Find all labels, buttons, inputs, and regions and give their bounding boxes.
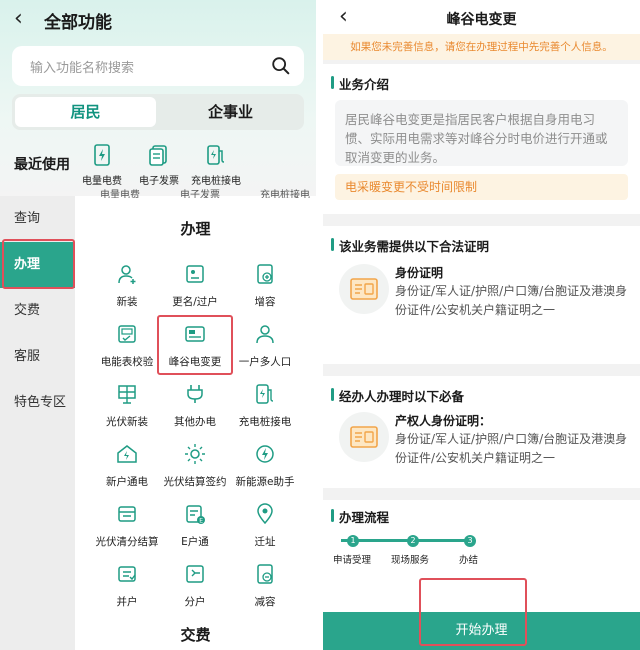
grid-item-multi-person[interactable]: 一户多人口 (225, 322, 305, 369)
grid-item-label: 光伏结算签约 (163, 476, 227, 488)
sidebar-item-pay[interactable]: 交费 (0, 288, 75, 334)
grid-item-label: 其他办电 (174, 416, 216, 428)
step-label: 现场服务 (391, 555, 430, 566)
meter-check-icon (118, 325, 136, 343)
charging-pile-icon (256, 384, 274, 404)
step-dot: 3 (464, 535, 476, 547)
sidebar-item-query[interactable]: 查询 (0, 196, 75, 242)
page-title: 全部功能 (44, 13, 112, 33)
step-dot: 2 (407, 535, 419, 547)
id-card-icon (339, 264, 389, 314)
house-power-icon (117, 445, 137, 463)
split-account-icon (186, 565, 204, 583)
invoice-icon (149, 145, 167, 166)
id-card-icon (339, 412, 389, 462)
grid-item-label: 分户 (184, 596, 206, 608)
sidebar-item-special[interactable]: 特色专区 (0, 380, 75, 426)
button-highlight-box (419, 578, 527, 646)
grid-item-label: 迁址 (254, 536, 276, 548)
step-dot: 1 (347, 535, 359, 547)
flow-title: 办理流程 (330, 507, 389, 526)
grid-item-rename[interactable]: 更名/过户 (155, 262, 235, 309)
recent-item-bill[interactable]: 电量电费 (72, 142, 132, 187)
grid-item-e-hutong[interactable]: E E户通 (155, 502, 235, 549)
intro-title: 业务介绍 (330, 74, 389, 93)
person-add-icon (118, 265, 136, 284)
power-plug-icon (187, 385, 203, 403)
grid-item-pv-settlement-sign[interactable]: 光伏结算签约 (155, 442, 235, 489)
step-label: 办结 (459, 555, 479, 566)
section-title-pay: 交费 (180, 626, 211, 644)
top-bar: ‹ 全部功能 (0, 0, 316, 38)
grid-item-split-account[interactable]: 分户 (155, 562, 235, 609)
grid-item-label: 充电桩接电 (238, 416, 292, 428)
grid-item-new-energy-assistant[interactable]: 新能源e助手 (225, 442, 305, 489)
proof-name: 身份证明 (395, 266, 444, 280)
proof-description: 身份证/军人证/护照/户口簿/台胞证及港澳身份证件/公安机关户籍证明之一 (395, 284, 628, 317)
grid-highlight-box (157, 315, 233, 375)
sidebar-item-service[interactable]: 客服 (0, 334, 75, 380)
tab-resident[interactable]: 居民 (15, 97, 156, 127)
agent-title: 经办人办理时以下必备 (330, 386, 464, 405)
location-pin-icon (257, 503, 273, 525)
sun-icon (185, 444, 205, 464)
warning-note: 电采暖变更不受时间限制 (335, 174, 628, 200)
capacity-down-icon (257, 564, 273, 584)
search-input[interactable]: 输入功能名称搜索 (12, 46, 304, 86)
grid-item-reduce-capacity[interactable]: 减容 (225, 562, 305, 609)
agent-name: 产权人身份证明： (395, 414, 492, 428)
recent-item-label: 电量电费 (82, 176, 122, 187)
rename-icon (186, 265, 204, 283)
solar-panel-icon (118, 385, 136, 404)
sidebar-highlight-box (2, 239, 75, 289)
user-type-tabs: 居民 企事业 (12, 94, 304, 130)
recent-label: 最近使用 (14, 157, 70, 173)
svg-text:E: E (199, 517, 203, 524)
scrolled-row-fragment: 电量电费 电子发票 充电桩接电 (100, 190, 310, 198)
back-arrow-icon[interactable]: ‹ (14, 8, 23, 30)
intro-text: 居民峰谷电变更是指居民客户根据自身用电习惯、实际用电需求等对峰谷分时电价进行开通… (335, 100, 628, 166)
bill-icon (94, 144, 110, 166)
tab-enterprise[interactable]: 企事业 (160, 97, 301, 127)
grid-item-charging-pile[interactable]: 充电桩接电 (225, 382, 305, 429)
proof-title: 该业务需提供以下合法证明 (330, 236, 489, 255)
recent-item-label: 电子发票 (139, 176, 179, 187)
clearing-icon (118, 506, 136, 522)
multi-person-icon (256, 325, 274, 344)
grid-item-increase-capacity[interactable]: 增容 (225, 262, 305, 309)
grid-item-label: E户通 (181, 536, 209, 548)
info-notice: 如果您未完善信息，请您在办理过程中先完善个人信息。 (323, 34, 640, 60)
recent-item-invoice[interactable]: 电子发票 (129, 142, 189, 187)
search-icon[interactable] (270, 55, 292, 77)
grid-item-label: 更名/过户 (172, 296, 218, 308)
recent-item-charging[interactable]: 充电桩接电 (186, 142, 246, 187)
capacity-up-icon (257, 264, 273, 284)
energy-assistant-icon (256, 445, 274, 463)
peak-valley-change-screen: ‹ 峰谷电变更 如果您未完善信息，请您在办理过程中先完善个人信息。 业务介绍 居… (323, 0, 640, 650)
page-title: 峰谷电变更 (446, 12, 517, 28)
screen-divider (316, 0, 323, 650)
flow-progress-line (341, 539, 471, 542)
grid-item-relocate[interactable]: 迁址 (225, 502, 305, 549)
agent-description: 身份证/军人证/护照/户口簿/台胞证及港澳身份证件/公安机关户籍证明之一 (395, 432, 628, 465)
step-label: 申请受理 (333, 555, 372, 566)
grid-item-other[interactable]: 其他办电 (155, 382, 235, 429)
grid-item-label: 一户多人口 (238, 356, 292, 368)
recent-item-label: 充电桩接电 (191, 176, 241, 187)
grid-item-label: 减容 (254, 596, 276, 608)
all-functions-screen: ‹ 全部功能 输入功能名称搜索 居民 企事业 最近使用 电量电费 电子发票 充电… (0, 0, 316, 650)
search-placeholder: 输入功能名称搜索 (30, 61, 135, 76)
merge-account-icon (118, 566, 136, 582)
top-bar: ‹ 峰谷电变更 (323, 0, 640, 34)
grid-item-label: 新能源e助手 (235, 476, 295, 488)
e-hutong-icon: E (186, 505, 205, 524)
grid-item-label: 增容 (254, 296, 276, 308)
charging-pile-icon (207, 145, 225, 165)
section-title-handle: 办理 (180, 220, 211, 238)
